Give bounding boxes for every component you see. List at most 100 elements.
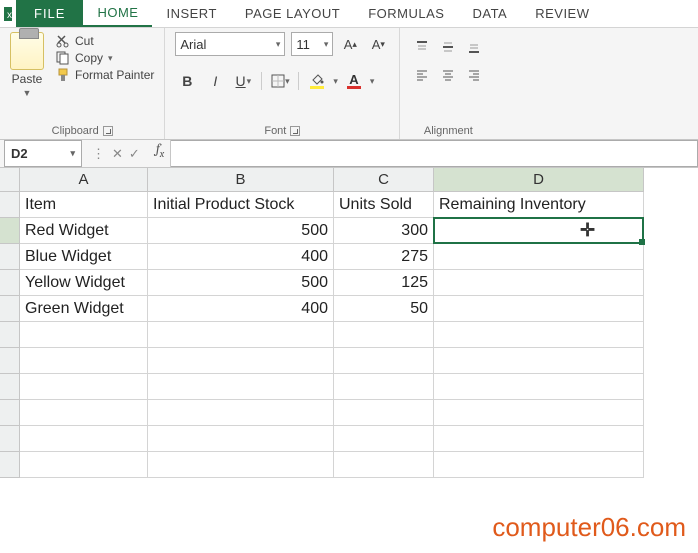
col-header-d[interactable]: D [434,168,644,192]
row-header[interactable] [0,296,20,322]
cell[interactable] [148,452,334,478]
font-size-combo[interactable]: 11 ▾ [291,32,333,56]
font-dialog-launcher[interactable] [290,126,300,136]
tab-page-layout[interactable]: PAGE LAYOUT [231,0,354,27]
cell[interactable] [20,400,148,426]
cell[interactable]: Green Widget [20,296,148,322]
cell[interactable]: Yellow Widget [20,270,148,296]
cell[interactable] [434,348,644,374]
paste-button[interactable]: Paste ▼ [10,32,48,122]
cell[interactable]: 400 [148,244,334,270]
cell[interactable] [148,426,334,452]
format-painter-button[interactable]: Format Painter [56,68,154,82]
cell[interactable]: Remaining Inventory [434,192,644,218]
fill-color-button[interactable] [305,70,329,92]
cell[interactable]: Item [20,192,148,218]
cell[interactable]: 400 [148,296,334,322]
align-top-button[interactable] [410,36,434,58]
cell[interactable] [434,296,644,322]
row-header[interactable] [0,218,20,244]
tab-review[interactable]: REVIEW [521,0,603,27]
chevron-down-icon[interactable]: ▾ [333,76,338,87]
borders-button[interactable]: ▾ [268,70,292,92]
cell[interactable] [434,426,644,452]
col-header-a[interactable]: A [20,168,148,192]
enter-icon[interactable]: ✓ [129,146,140,162]
tab-data[interactable]: DATA [458,0,521,27]
row-header[interactable] [0,400,20,426]
cell[interactable] [20,374,148,400]
row-header[interactable] [0,244,20,270]
row-header[interactable] [0,322,20,348]
row-header[interactable] [0,374,20,400]
cell[interactable]: 50 [334,296,434,322]
row-header[interactable] [0,426,20,452]
italic-button[interactable]: I [203,70,227,92]
cell[interactable] [334,322,434,348]
copy-button[interactable]: Copy ▾ [56,51,154,65]
clipboard-dialog-launcher[interactable] [103,126,113,136]
cell[interactable] [434,400,644,426]
cell[interactable]: Units Sold [334,192,434,218]
cancel-icon[interactable]: ✕ [112,146,123,162]
chevron-down-icon: ▾ [70,148,75,159]
cell[interactable] [434,322,644,348]
align-bottom-button[interactable] [462,36,486,58]
font-name-combo[interactable]: Arial ▾ [175,32,285,56]
col-header-b[interactable]: B [148,168,334,192]
formula-input[interactable] [171,140,698,167]
cell[interactable] [434,270,644,296]
cell[interactable]: 300 [334,218,434,244]
align-left-button[interactable] [410,64,434,86]
cut-button[interactable]: Cut [56,34,154,48]
col-header-c[interactable]: C [334,168,434,192]
tab-home[interactable]: HOME [83,0,152,27]
cell[interactable] [434,244,644,270]
increase-font-button[interactable]: A▴ [339,33,361,55]
row-header[interactable] [0,270,20,296]
cell[interactable] [334,426,434,452]
cell[interactable] [148,348,334,374]
cell[interactable] [334,374,434,400]
align-center-button[interactable] [436,64,460,86]
cell[interactable]: 500 [148,218,334,244]
align-middle-button[interactable] [436,36,460,58]
row-header[interactable] [0,192,20,218]
cell[interactable] [434,452,644,478]
name-box-value: D2 [11,146,28,161]
cell[interactable] [148,374,334,400]
cell[interactable]: 275 [334,244,434,270]
cell[interactable] [434,374,644,400]
tab-file[interactable]: FILE [16,0,83,27]
cell[interactable] [334,348,434,374]
align-right-button[interactable] [462,64,486,86]
name-box[interactable]: D2 ▾ [4,140,82,167]
select-all-corner[interactable] [0,168,20,192]
underline-button[interactable]: U▾ [231,70,255,92]
fx-icon[interactable]: fx [150,140,171,167]
decrease-font-button[interactable]: A▾ [367,33,389,55]
cell[interactable] [148,322,334,348]
cell[interactable] [334,400,434,426]
cell[interactable] [20,348,148,374]
cell[interactable] [20,452,148,478]
cell[interactable] [20,426,148,452]
cell[interactable] [148,400,334,426]
tab-formulas[interactable]: FORMULAS [354,0,458,27]
cell[interactable]: Initial Product Stock [148,192,334,218]
chevron-down-icon[interactable]: ▾ [370,76,375,87]
cell[interactable] [20,322,148,348]
font-color-button[interactable]: A [342,70,366,92]
cell[interactable]: Blue Widget [20,244,148,270]
cell[interactable]: 125 [334,270,434,296]
worksheet-grid[interactable]: A B C D Item Initial Product Stock Units… [0,168,698,528]
row-header[interactable] [0,452,20,478]
cell[interactable]: Red Widget [20,218,148,244]
bold-button[interactable]: B [175,70,199,92]
handle-icon[interactable]: ⋮ [92,146,106,162]
cell-d2[interactable] [434,218,644,244]
cell[interactable] [334,452,434,478]
cell[interactable]: 500 [148,270,334,296]
tab-insert[interactable]: INSERT [152,0,230,27]
row-header[interactable] [0,348,20,374]
